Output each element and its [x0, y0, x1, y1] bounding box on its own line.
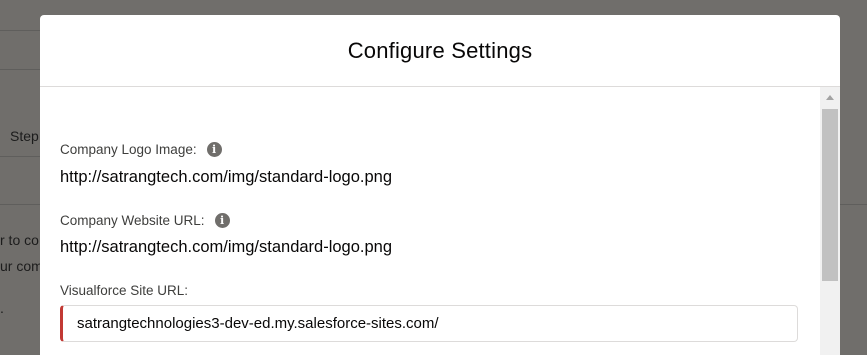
background-divider	[0, 204, 40, 205]
company-website-value: http://satrangtech.com/img/standard-logo…	[60, 238, 393, 256]
company-website-label: Company Website URL: i	[60, 213, 230, 228]
visualforce-site-input[interactable]	[63, 306, 797, 341]
visualforce-site-input-wrapper	[60, 305, 798, 342]
background-header-band	[0, 30, 40, 70]
visualforce-site-label-text: Visualforce Site URL:	[60, 283, 189, 298]
background-text-1: r to co	[0, 232, 39, 248]
modal-title: Configure Settings	[347, 37, 533, 63]
background-step-label: Step	[10, 128, 39, 144]
info-icon[interactable]: i	[214, 213, 230, 228]
company-logo-label: Company Logo Image: i	[60, 142, 222, 157]
configure-settings-modal: Configure Settings Company Logo Image: i…	[40, 15, 840, 355]
company-logo-label-text: Company Logo Image:	[60, 142, 197, 157]
background-steps-row: Step	[0, 116, 40, 157]
company-website-label-text: Company Website URL:	[60, 213, 205, 228]
modal-body: Company Logo Image: i http://satrangtech…	[40, 87, 820, 355]
modal-scrollbar[interactable]	[820, 87, 840, 355]
modal-header: Configure Settings	[40, 15, 840, 87]
scrollbar-thumb[interactable]	[822, 109, 838, 281]
visualforce-site-label: Visualforce Site URL:	[60, 283, 188, 298]
scroll-up-arrow-icon[interactable]	[826, 95, 834, 100]
background-divider-right	[840, 204, 867, 205]
info-icon[interactable]: i	[206, 142, 222, 157]
background-text-2: ur com	[0, 258, 43, 274]
background-text-3: .	[0, 300, 4, 316]
company-logo-value: http://satrangtech.com/img/standard-logo…	[60, 168, 393, 186]
